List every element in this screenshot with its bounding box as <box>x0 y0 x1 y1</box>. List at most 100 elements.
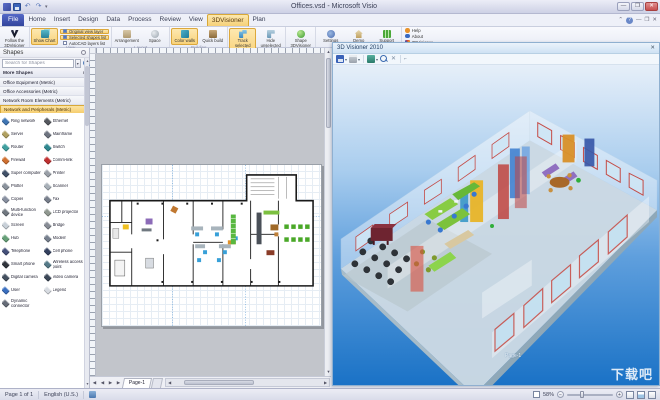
next-page-icon[interactable]: ▶ <box>107 380 114 386</box>
page-info[interactable]: Page 1 of 1 <box>0 391 39 399</box>
tab-process[interactable]: Process <box>124 14 155 26</box>
last-page-icon[interactable]: ▶ <box>115 380 122 386</box>
shape-item[interactable]: Server <box>2 128 43 141</box>
visio-app-icon[interactable] <box>3 3 11 11</box>
search-dropdown-icon[interactable]: ▾ <box>75 59 81 68</box>
dropdown-icon[interactable]: ▾ <box>358 57 360 62</box>
tab-design[interactable]: Design <box>74 14 102 26</box>
follow-3dvisioner-button[interactable]: Follow the 3DVisioner <box>1 28 28 49</box>
macro-status-icon[interactable] <box>89 391 96 398</box>
shape-item[interactable]: Copier <box>2 193 43 206</box>
undo-icon[interactable]: ↶ <box>23 3 32 11</box>
dropdown-icon[interactable]: ▾ <box>345 57 347 62</box>
stencil-office-accessories[interactable]: Office Accessories (Metric) <box>0 87 89 96</box>
tab-3dvisioner[interactable]: 3DVisioner <box>207 14 249 26</box>
shape-item[interactable]: Cell phone <box>44 245 85 258</box>
arrangement-button[interactable]: Arrangement <box>113 28 140 45</box>
3d-viewport[interactable]: Page-1 下载吧 <box>333 65 659 385</box>
save-icon[interactable] <box>13 3 21 11</box>
shape-3dvisioner-button[interactable]: Shape 3DVisioner <box>287 28 314 49</box>
fit-page-icon[interactable] <box>626 391 634 399</box>
stencil-office-equipment[interactable]: Office Equipment (Metric) <box>0 78 89 87</box>
zoom-in-icon[interactable]: + <box>616 391 623 398</box>
shape-item[interactable]: Plotter <box>2 180 43 193</box>
scroll-down-icon[interactable]: ▼ <box>325 368 332 376</box>
shapes-panel-scrollbar[interactable]: ▲ ▼ <box>84 58 89 388</box>
tab-plan[interactable]: Plan <box>249 14 270 26</box>
language-status[interactable]: English (U.S.) <box>39 391 84 399</box>
stencil-network-room-elements[interactable]: Network Room Elements (Metric) <box>0 96 89 105</box>
drawing-page[interactable] <box>101 164 322 327</box>
shape-item[interactable]: Screen <box>2 219 43 232</box>
search-input[interactable] <box>2 59 74 68</box>
minimize-button[interactable]: — <box>617 2 630 11</box>
shape-item[interactable]: Telephone <box>2 245 43 258</box>
zoom-percent[interactable]: 58% <box>543 392 554 398</box>
about-menu-item[interactable]: About <box>405 34 432 39</box>
original-view-layer-checkbox[interactable]: Original view layer <box>60 29 109 34</box>
collapse-ribbon-icon[interactable]: ⌃ <box>618 16 623 24</box>
shape-item[interactable]: Smart phone <box>2 258 43 271</box>
scrollbar-thumb[interactable] <box>85 66 89 126</box>
shape-item[interactable]: User <box>2 284 43 297</box>
scrollbar-thumb[interactable] <box>184 380 254 385</box>
show-chart-button[interactable]: Show Chart <box>31 28 58 45</box>
shape-item[interactable]: Legend <box>44 284 85 297</box>
zoom-out-icon[interactable]: − <box>557 391 564 398</box>
3d-close-icon[interactable]: ✕ <box>650 44 655 53</box>
3d-zoom-icon[interactable] <box>380 55 388 63</box>
shape-item[interactable]: Multi-function device <box>2 206 43 219</box>
shape-item[interactable]: LCD projector <box>44 206 85 219</box>
quick-build-button[interactable]: Quick build <box>199 28 226 45</box>
doc-close-icon[interactable]: ✕ <box>652 16 657 24</box>
tab-review[interactable]: Review <box>156 14 185 26</box>
3d-camera-icon[interactable] <box>367 55 375 63</box>
shape-item[interactable]: Wireless access point <box>44 258 85 271</box>
horizontal-scrollbar[interactable]: ◀ ▶ <box>165 378 330 387</box>
shape-item[interactable]: Switch <box>44 141 85 154</box>
shape-item[interactable]: Router <box>2 141 43 154</box>
shape-item[interactable]: Printer <box>44 167 85 180</box>
shape-item[interactable]: Dynamic connector <box>2 297 43 310</box>
scroll-right-icon[interactable]: ▶ <box>322 379 329 386</box>
scroll-left-icon[interactable]: ◀ <box>166 379 173 386</box>
space-button[interactable]: Space <box>141 28 168 45</box>
help-icon[interactable]: ? <box>626 17 633 24</box>
3d-save-icon[interactable] <box>336 55 344 63</box>
shape-item[interactable]: Firewall <box>2 154 43 167</box>
doc-restore-icon[interactable]: ❐ <box>644 16 649 24</box>
tab-data[interactable]: Data <box>102 14 124 26</box>
tab-file[interactable]: File <box>2 14 24 26</box>
maximize-button[interactable]: ❐ <box>631 2 644 11</box>
shape-item[interactable]: Comm-link <box>44 154 85 167</box>
dropdown-icon[interactable]: ▾ <box>376 57 378 62</box>
shape-item[interactable]: Scanner <box>44 180 85 193</box>
shape-item[interactable]: Mainframe <box>44 128 85 141</box>
3d-clear-icon[interactable]: ✕ <box>390 55 397 63</box>
shape-item[interactable]: Bridge <box>44 219 85 232</box>
shape-item[interactable]: Hub <box>2 232 43 245</box>
first-page-icon[interactable]: ◀ <box>91 380 98 386</box>
tab-insert[interactable]: Insert <box>50 14 74 26</box>
page-tab-page1[interactable]: Page-1 <box>122 378 152 388</box>
drawing-vertical-scrollbar[interactable]: ▲ ▼ <box>324 48 331 376</box>
zoom-slider-thumb[interactable] <box>580 391 584 398</box>
switch-windows-icon[interactable] <box>533 391 540 398</box>
doc-minimize-icon[interactable]: — <box>636 16 642 24</box>
shape-item[interactable]: Video camera <box>44 271 85 284</box>
selected-shapes-list-checkbox[interactable]: Selected shapes list <box>60 35 109 40</box>
shape-item[interactable]: Ring network <box>2 115 43 128</box>
shape-item[interactable]: Modem <box>44 232 85 245</box>
shape-item[interactable]: Ethernet <box>44 115 85 128</box>
fit-width-icon[interactable] <box>637 391 645 399</box>
prev-page-icon[interactable]: ◀ <box>99 380 106 386</box>
3d-print-icon[interactable] <box>349 55 357 63</box>
pin-icon[interactable] <box>81 50 86 55</box>
qat-customize-icon[interactable]: ▾ <box>45 3 51 11</box>
shape-item[interactable]: Fax <box>44 193 85 206</box>
scrollbar-thumb[interactable] <box>326 58 331 128</box>
color-walls-button[interactable]: Color walls <box>171 28 198 45</box>
scroll-up-icon[interactable]: ▲ <box>325 48 332 56</box>
3d-expand-icon[interactable]: ⌐ <box>404 55 407 63</box>
help-menu-item[interactable]: Help <box>405 28 432 33</box>
